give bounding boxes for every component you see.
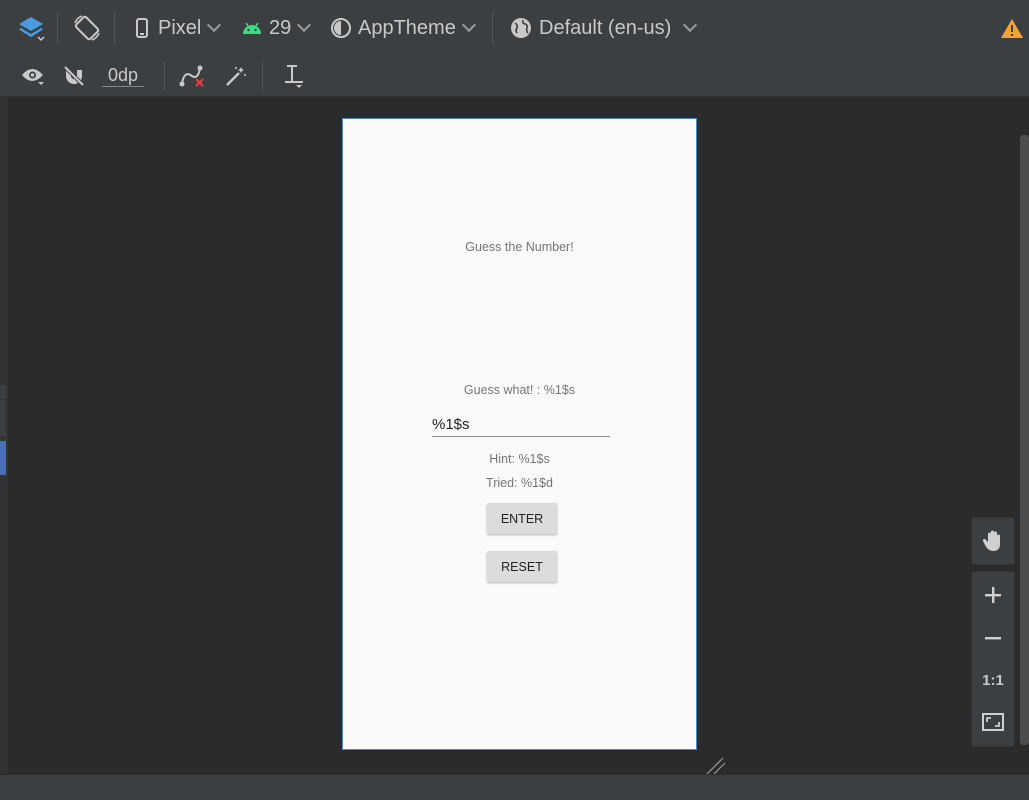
pan-panel <box>971 517 1015 565</box>
guidelines-icon[interactable] <box>282 56 306 96</box>
eye-icon[interactable] <box>20 56 46 96</box>
hint-text[interactable]: Hint: %1$s <box>343 452 696 466</box>
layers-icon[interactable] <box>16 0 46 56</box>
magnet-off-icon[interactable] <box>62 56 86 96</box>
zoom-out-icon[interactable] <box>972 617 1014 659</box>
device-label: Pixel <box>158 16 202 39</box>
left-strip-selection[interactable] <box>0 441 6 475</box>
pan-hand-icon[interactable] <box>972 520 1014 562</box>
guess-label[interactable]: Guess what! : %1$s <box>343 383 696 397</box>
enter-button[interactable]: ENTER <box>487 503 557 534</box>
theme-selector[interactable]: AppTheme <box>330 0 476 56</box>
device-selector[interactable]: Pixel <box>134 0 222 56</box>
phone-icon <box>136 18 148 38</box>
title-text[interactable]: Guess the Number! <box>343 240 696 254</box>
reset-button[interactable]: RESET <box>487 551 557 582</box>
warning-icon[interactable] <box>1000 0 1024 56</box>
chevron-down-icon <box>207 17 222 33</box>
android-icon <box>243 22 261 34</box>
guess-input[interactable]: %1$s <box>432 414 610 437</box>
default-margin-field[interactable]: 0dp <box>102 56 145 96</box>
zoom-fit-icon[interactable] <box>972 701 1014 743</box>
locale-label: Default (en-us) <box>539 16 672 39</box>
vertical-scrollbar[interactable] <box>1020 135 1029 745</box>
locale-selector[interactable]: Default (en-us) <box>510 0 698 56</box>
zoom-actual-size-button[interactable]: 1:1 <box>972 659 1014 701</box>
chevron-down-icon <box>461 17 476 33</box>
tried-text[interactable]: Tried: %1$d <box>343 476 696 490</box>
infer-constraints-icon[interactable] <box>224 56 248 96</box>
zoom-in-icon[interactable] <box>972 574 1014 616</box>
api-level-selector[interactable]: 29 <box>241 0 312 56</box>
top-toolbar: Pixel 29 AppTheme Default (en-us) <box>0 0 1029 57</box>
default-margin-value: 0dp <box>102 65 145 87</box>
theme-label: AppTheme <box>358 16 456 39</box>
left-strip-marker <box>0 400 6 436</box>
clear-constraints-icon[interactable] <box>178 56 206 96</box>
api-level-label: 29 <box>269 16 292 39</box>
zoom-panel: 1:1 <box>971 571 1015 747</box>
chevron-down-icon <box>297 17 312 33</box>
design-toolbar: 0dp <box>0 56 1029 97</box>
left-strip-marker <box>0 385 6 399</box>
globe-icon <box>511 18 531 38</box>
device-screen[interactable]: Guess the Number! Guess what! : %1$s %1$… <box>342 118 697 750</box>
bottom-status-bar <box>0 774 1029 800</box>
theme-icon <box>331 18 351 38</box>
orientation-icon[interactable] <box>72 0 102 56</box>
chevron-down-icon <box>683 17 698 33</box>
